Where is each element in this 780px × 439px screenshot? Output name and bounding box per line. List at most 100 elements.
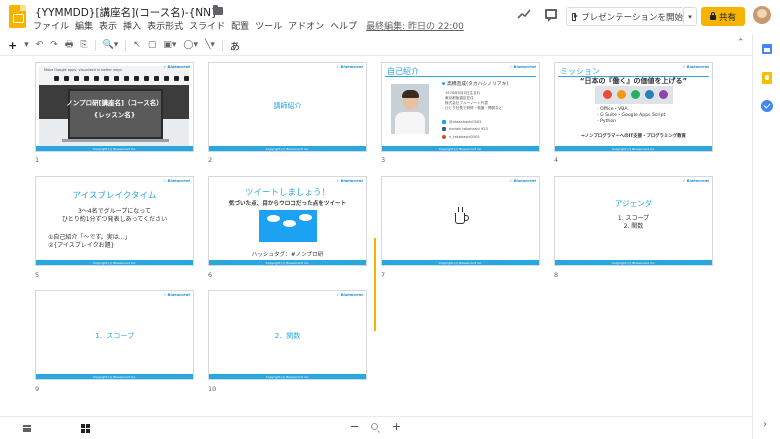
tweet-illustration — [259, 210, 317, 242]
app-icons-row — [54, 76, 193, 81]
title-underline — [385, 76, 536, 77]
toolbar: + ▾ ↶ ↷ 🖶 ⎘ 🔍▾ ↖ ▢ ▣▾ ◯▾ ╲▾ あ — [8, 37, 750, 53]
slide-thumbnail-9[interactable]: ✓ Blueaccent 1．スコープ Copyright (c) Blueac… — [35, 290, 194, 380]
zoom-icon[interactable]: 🔍▾ — [103, 40, 119, 50]
list-item: ひとり社長で研修・執筆・開発など — [445, 106, 503, 110]
toolbar-divider — [94, 39, 96, 51]
menu-tools[interactable]: ツール — [255, 19, 282, 32]
menu-view[interactable]: 表示 — [99, 19, 117, 32]
slide-brand-logo: ✓ Blueaccent — [509, 179, 536, 183]
slide-thumbnail-6[interactable]: ✓ Blueaccent ツイートしましょう！ 気づいた点、目からウロコだった点… — [208, 176, 367, 266]
slide-brand-logo: ✓ Blueaccent — [336, 65, 363, 69]
profile-photo — [391, 84, 429, 134]
slide-caption: Make Google apps, visualized in better w… — [44, 68, 122, 72]
avatar[interactable] — [753, 6, 771, 24]
slide-title: アイスブレイクタイム — [72, 191, 157, 201]
slide-number: 3 — [381, 156, 386, 164]
lock-icon — [709, 12, 716, 20]
slides-app: {YYMMDD}[講座名](コース名)-{NN} ☆ ファイル 編集 表示 挿入… — [0, 0, 780, 439]
slide-number: 6 — [208, 271, 213, 279]
text-box-icon[interactable]: ▢ — [148, 40, 157, 50]
slide-subtitle: 気づいた点、目からウロコだった点をツイート — [228, 201, 347, 207]
folder-icon[interactable] — [213, 5, 223, 15]
header: {YYMMDD}[講座名](コース名)-{NN} ☆ ファイル 編集 表示 挿入… — [0, 0, 780, 34]
menu-edit[interactable]: 編集 — [75, 19, 93, 32]
menu-bar: ファイル 編集 表示 挿入 表示形式 スライド 配置 ツール アドオン ヘルプ … — [33, 19, 470, 32]
twitter-handle: @ntakahashi0505 — [442, 120, 481, 124]
present-dropdown-button[interactable]: ▾ — [684, 7, 697, 26]
present-button[interactable]: プレゼンテーションを開始 — [566, 7, 684, 26]
slide-footer: Copyright (c) Blueaccent Inc. — [382, 146, 539, 151]
slide-brand-logo: ✓ Blueaccent — [682, 65, 709, 69]
coffee-cup-icon — [455, 207, 469, 224]
menu-addons[interactable]: アドオン — [288, 19, 324, 32]
shape-icon[interactable]: ◯▾ — [183, 40, 198, 50]
redo-icon[interactable]: ↷ — [50, 40, 58, 50]
slide-number: 7 — [381, 271, 386, 279]
activity-trend-icon[interactable] — [517, 8, 531, 20]
slide-brand-logo: ✓ Blueaccent — [509, 65, 536, 69]
last-edit-link[interactable]: 最終編集: 昨日の 22:00 — [366, 19, 464, 32]
keep-icon[interactable] — [762, 72, 772, 84]
image-icon[interactable]: ▣▾ — [163, 40, 176, 50]
slide-number: 9 — [35, 385, 40, 393]
new-slide-dropdown-icon[interactable]: ▾ — [24, 40, 29, 50]
zoom-in-button[interactable]: + — [392, 420, 401, 433]
slide-footer: Copyright (c) Blueaccent Inc. — [36, 260, 193, 265]
hatena-icon — [442, 135, 446, 139]
new-slide-button[interactable]: + — [8, 39, 17, 52]
calendar-icon[interactable] — [762, 44, 772, 54]
menu-slide[interactable]: スライド — [189, 19, 225, 32]
document-title[interactable]: {YYMMDD}[講座名](コース名)-{NN} — [35, 5, 218, 20]
menu-arrange[interactable]: 配置 — [231, 19, 249, 32]
slide-thumbnail-5[interactable]: ✓ Blueaccent アイスブレイクタイム 3〜4名でグループになって ひと… — [35, 176, 194, 266]
slide-brand-logo: ✓ Blueaccent — [163, 179, 190, 183]
paint-format-icon[interactable]: ⎘ — [80, 40, 87, 50]
slides-logo-icon[interactable] — [9, 5, 26, 28]
toolbar-divider — [125, 39, 127, 51]
slide-title: 2．関数 — [274, 332, 301, 340]
slide-grid: Make Google apps, visualized in better w… — [0, 56, 752, 416]
slide-thumbnail-8[interactable]: ✓ Blueaccent アジェンダ 1. スコープ 2. 関数 Copyrig… — [554, 176, 713, 266]
slide-thumbnail-3[interactable]: 自己紹介 ✓ Blueaccent 高橋宣成(タカハシノリアキ) 1976年5月… — [381, 62, 540, 152]
slide-brand-logo: ✓ Blueaccent — [336, 293, 363, 297]
collapse-toolbar-icon[interactable]: ⌃ — [737, 38, 745, 48]
hashtag-text: ハッシュタグ：#ノンプロ研 — [251, 252, 324, 258]
input-tools-button[interactable]: あ — [230, 38, 240, 53]
menu-format[interactable]: 表示形式 — [147, 19, 183, 32]
grid-view-icon[interactable] — [81, 424, 90, 433]
tasks-icon[interactable] — [761, 100, 773, 112]
slide-footer: Copyright (c) Blueaccent Inc. — [555, 146, 712, 151]
slide-footer: Copyright (c) Blueaccent Inc. — [209, 260, 366, 265]
mission-footer: ⇒ノンプログラマーへのIT支援・プログラミング教育 — [581, 134, 686, 139]
slide-thumbnail-10[interactable]: ✓ Blueaccent 2．関数 Copyright (c) Blueacce… — [208, 290, 367, 380]
laptop-base — [62, 139, 169, 142]
twitter-icon — [442, 120, 446, 124]
select-cursor-icon[interactable]: ↖ — [133, 40, 141, 50]
side-panel: › — [752, 34, 780, 439]
slide-thumbnail-4[interactable]: ミッション ✓ Blueaccent “日本の『働く』の価値を上げる” - Of… — [554, 62, 713, 152]
slide-thumbnail-2[interactable]: ✓ Blueaccent 講師紹介 Copyright (c) Blueacce… — [208, 62, 367, 152]
slide-thumbnail-1[interactable]: Make Google apps, visualized in better w… — [35, 62, 194, 152]
share-button[interactable]: 共有 — [701, 7, 745, 26]
comment-icon[interactable] — [545, 9, 557, 22]
menu-help[interactable]: ヘルプ — [330, 19, 357, 32]
share-label: 共有 — [718, 12, 736, 23]
menu-file[interactable]: ファイル — [33, 19, 69, 32]
menu-insert[interactable]: 挿入 — [123, 19, 141, 32]
facebook-icon — [442, 127, 446, 131]
slide-subtitle: {レッスン名} — [93, 111, 136, 119]
slide-title: ノンプロ研[講座名]（コース名） — [66, 99, 163, 107]
mission-list: - Office・VBA - G Suite・Google Apps Scrip… — [597, 107, 665, 125]
slide-thumbnail-7[interactable]: ✓ Blueaccent Copyright (c) Blueaccent In… — [381, 176, 540, 266]
line-icon[interactable]: ╲▾ — [205, 40, 215, 50]
print-icon[interactable]: 🖶 — [65, 37, 74, 53]
filmstrip-view-icon[interactable] — [23, 425, 31, 432]
list-item: - Python — [597, 119, 617, 124]
expand-panel-icon[interactable]: › — [763, 419, 767, 430]
star-icon[interactable]: ☆ — [198, 4, 208, 17]
slide-number: 10 — [208, 385, 217, 393]
slide-body-line: ひとり約1分ずつ発表しあってください — [61, 216, 168, 223]
undo-icon[interactable]: ↶ — [36, 40, 44, 50]
zoom-out-button[interactable]: − — [350, 420, 359, 433]
